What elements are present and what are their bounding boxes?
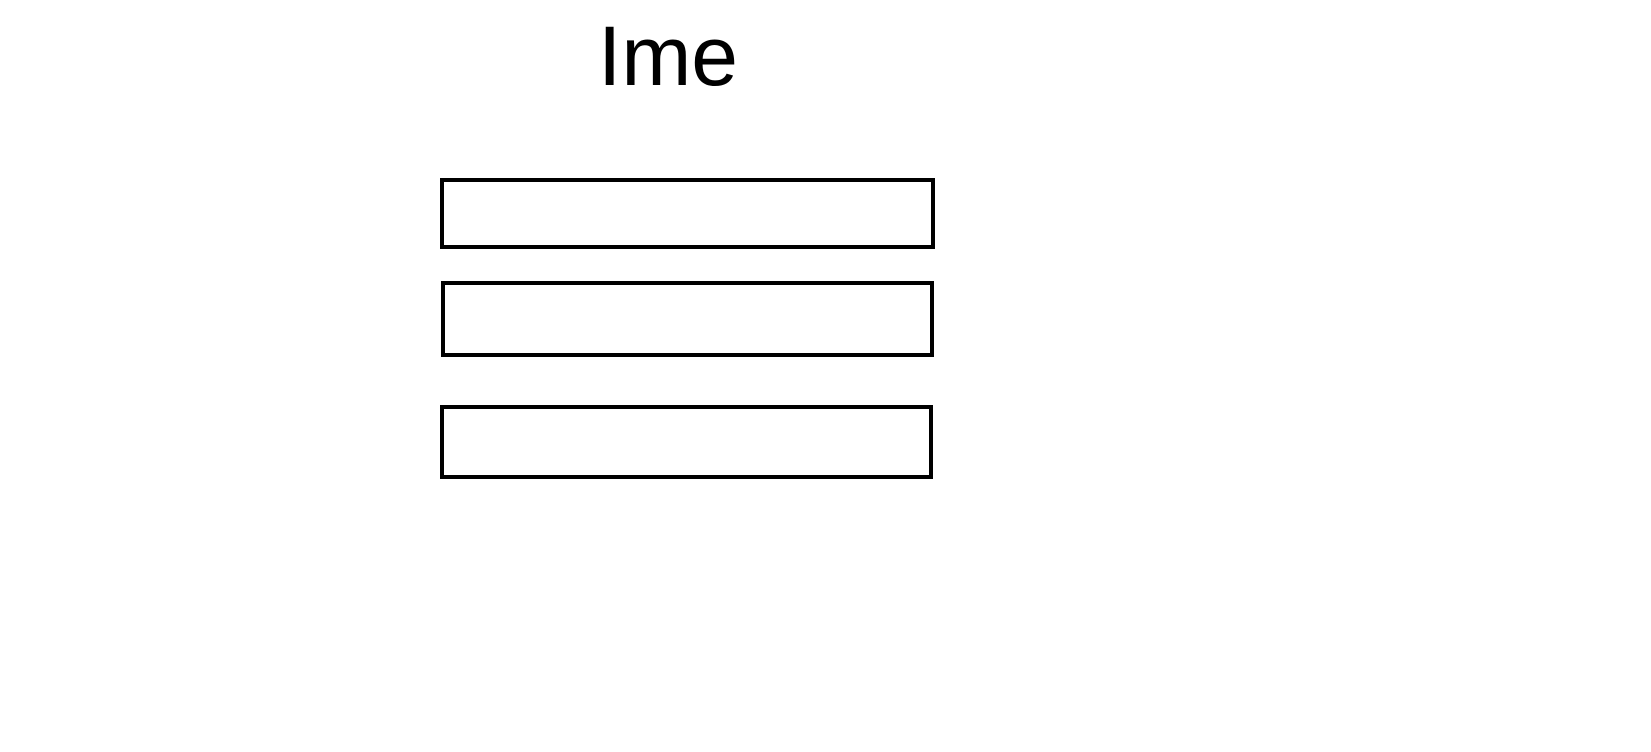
text-field-3[interactable]	[440, 405, 933, 479]
text-field-2[interactable]	[441, 281, 934, 357]
text-field-1[interactable]	[440, 178, 935, 249]
page-title: Ime	[598, 9, 739, 103]
